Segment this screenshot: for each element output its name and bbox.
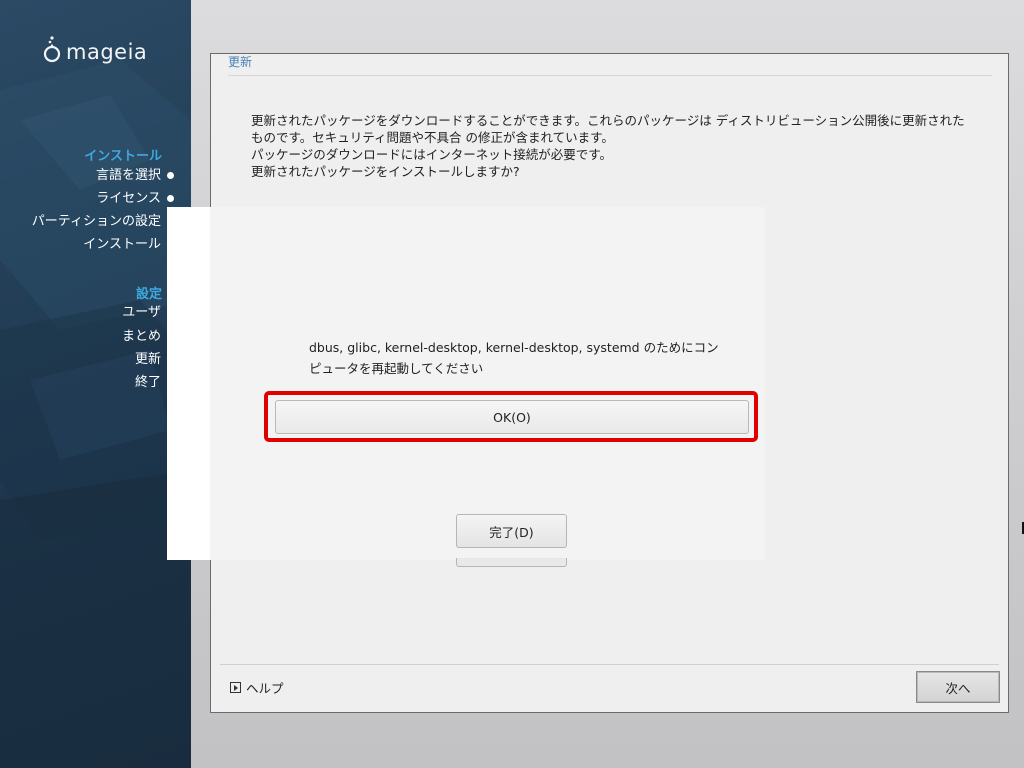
sidebar-item-users: ユーザ [122, 304, 174, 322]
footer-divider [220, 664, 999, 665]
sidebar-item-partitioning: パーティションの設定 [31, 213, 174, 231]
sidebar-item-label: インストール [83, 237, 161, 252]
description-line: ものです。セキュリティ問題や不具合 の修正が含まれています。 [251, 130, 614, 145]
installer-sidebar: mageia インストール 言語を選択 ライセンス パーティションの設定 インス… [0, 0, 191, 768]
sidebar-decoration [0, 60, 191, 768]
sidebar-item-license: ライセンス [96, 190, 174, 208]
sidebar-item-language: 言語を選択 [95, 167, 174, 185]
next-button[interactable]: 次へ [916, 671, 1000, 703]
page-title: 更新 [228, 55, 253, 69]
sidebar-item-label: 終了 [134, 375, 161, 390]
help-button[interactable]: ヘルプ [230, 678, 284, 697]
nav-group-install-title: インストール [84, 149, 162, 164]
dialog-left-panel [167, 207, 210, 560]
help-arrow-icon [230, 682, 241, 693]
nav-group-config-title: 設定 [135, 287, 162, 302]
done-button-shadow [456, 558, 567, 567]
done-button[interactable]: 完了(D) [456, 514, 567, 548]
description-line: 更新されたパッケージをダウンロードすることができます。これらのパッケージは ディ… [251, 113, 965, 128]
sidebar-item-label: パーティションの設定 [31, 214, 161, 229]
sidebar-item-label: ライセンス [96, 191, 161, 206]
description-line: 更新されたパッケージをインストールしますか? [251, 164, 520, 179]
title-divider [228, 75, 992, 76]
logo-text: mageia [66, 40, 148, 64]
description-line: パッケージのダウンロードにはインターネット接続が必要です。 [251, 147, 613, 162]
message-line: dbus, glibc, kernel-desktop, kernel-desk… [309, 340, 719, 355]
sidebar-item-exit: 終了 [134, 374, 174, 392]
mageia-logo-icon [43, 36, 61, 63]
message-line: ピュータを再起動してください [309, 361, 484, 376]
sidebar-item-label: 言語を選択 [95, 168, 161, 183]
sidebar-item-label: 更新 [134, 352, 161, 367]
updates-description: 更新されたパッケージをダウンロードすることができます。これらのパッケージは ディ… [251, 112, 1001, 180]
sidebar-item-label: ユーザ [122, 305, 161, 320]
reboot-dialog: dbus, glibc, kernel-desktop, kernel-desk… [167, 207, 765, 567]
step-done-dot [167, 195, 174, 202]
sidebar-item-label: まとめ [121, 329, 161, 344]
help-label: ヘルプ [246, 681, 284, 696]
sidebar-item-install: インストール [83, 236, 174, 254]
sidebar-item-updates: 更新 [134, 351, 174, 369]
step-done-dot [167, 172, 174, 179]
reboot-message: dbus, glibc, kernel-desktop, kernel-desk… [309, 337, 719, 379]
sidebar-item-summary: まとめ [121, 328, 174, 346]
ok-button[interactable]: OK(O) [275, 400, 749, 434]
mageia-logo: mageia [42, 30, 147, 64]
